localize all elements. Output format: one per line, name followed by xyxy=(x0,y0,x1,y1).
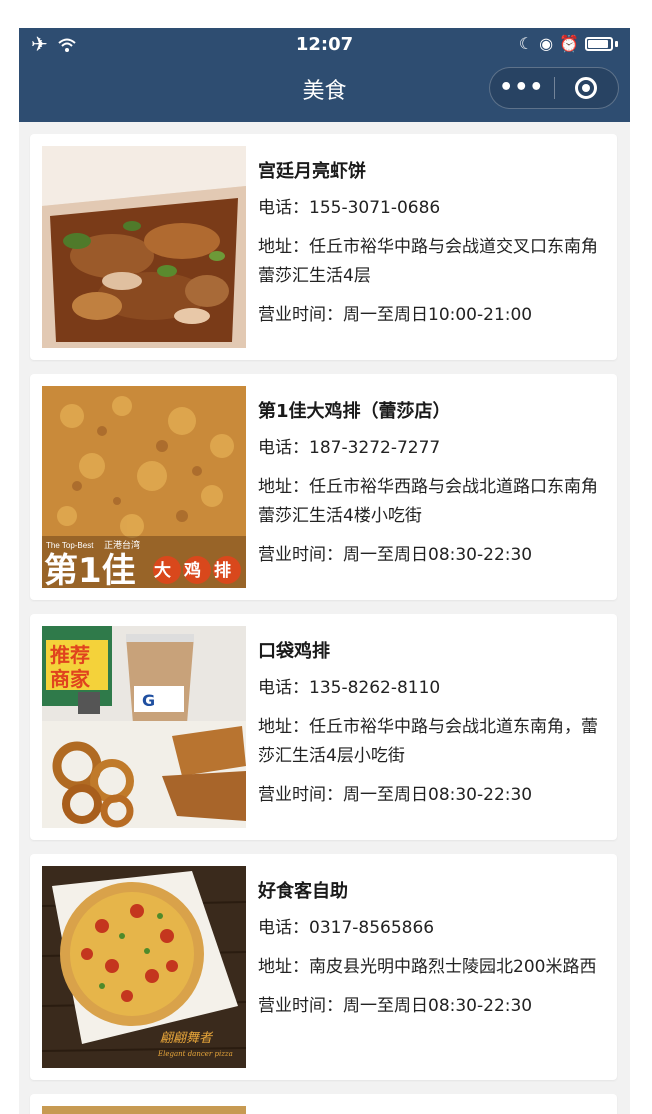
phone-screen: ✈ 12:07 ☾ ◉ ⏰ 美食 ••• 宫廷月亮虾饼 电话：155-3071-… xyxy=(19,28,630,1114)
alarm-icon: ⏰ xyxy=(559,34,579,53)
address-text: 南皮县光明中路烈士陵园北200米路西 xyxy=(309,957,597,977)
shop-card[interactable]: 宫廷月亮虾饼 电话：155-3071-0686 地址：任丘市裕华中路与会战道交叉… xyxy=(30,134,617,360)
shop-info: 好食客自助 电话：0317-8565866 地址：南皮县光明中路烈士陵园北200… xyxy=(258,866,607,1021)
shop-image-shrimp-cake xyxy=(42,146,246,348)
shop-card[interactable]: 推荐 商家 G 口袋鸡排 电话：135-8262-8110 地址：任丘市裕华中路… xyxy=(30,614,617,840)
phone-label: 电话： xyxy=(258,918,309,938)
status-right-icons: ☾ ◉ ⏰ xyxy=(519,34,618,53)
image-subtitle: 大鸡排 xyxy=(154,560,244,581)
phone-label: 电话： xyxy=(258,678,309,698)
shop-phone: 电话：187-3272-7277 xyxy=(258,434,607,463)
battery-tip xyxy=(615,40,618,47)
phone-label: 电话： xyxy=(258,198,309,218)
shop-hours: 营业时间：周一至周日08:30-22:30 xyxy=(258,992,607,1021)
hours-text: 周一至周日08:30-22:30 xyxy=(343,996,533,1016)
phone-number: 155-3071-0686 xyxy=(309,198,441,218)
more-button[interactable]: ••• xyxy=(490,67,554,109)
shop-name: 宫廷月亮虾饼 xyxy=(258,161,366,182)
image-logo-script: Elegant dancer pizza xyxy=(157,1050,233,1058)
shop-phone: 电话：155-3071-0686 xyxy=(258,194,607,223)
phone-label: 电话： xyxy=(258,438,309,458)
shop-address: 地址：任丘市裕华中路与会战北道东南角，蕾莎汇生活4层小吃街 xyxy=(258,713,607,771)
shop-info: 口袋鸡排 电话：135-8262-8110 地址：任丘市裕华中路与会战北道东南角… xyxy=(258,626,607,810)
shop-phone: 电话：0317-8565866 xyxy=(258,914,607,943)
hours-label: 营业时间： xyxy=(258,545,343,565)
image-sign: 商家 xyxy=(50,667,91,691)
mini-program-capsule: ••• xyxy=(489,67,619,109)
shop-info: 宫廷月亮虾饼 电话：155-3071-0686 地址：任丘市裕华中路与会战道交叉… xyxy=(258,146,607,330)
shop-name: 口袋鸡排 xyxy=(258,641,330,662)
image-caption: The Top-Best xyxy=(46,541,94,550)
shop-image-partial xyxy=(42,1106,246,1114)
address-text: 任丘市裕华西路与会战北道路口东南角蕾莎汇生活4楼小吃街 xyxy=(258,477,598,526)
hours-text: 周一至周日10:00-21:00 xyxy=(343,305,533,325)
nav-bar: ✈ 12:07 ☾ ◉ ⏰ 美食 ••• xyxy=(19,28,630,122)
image-sign: 推荐 xyxy=(50,643,90,667)
image-brand: 第1佳 xyxy=(44,551,136,588)
shop-hours: 营业时间：周一至周日08:30-22:30 xyxy=(258,541,607,570)
shop-card-partial[interactable] xyxy=(30,1094,617,1114)
shop-hours: 营业时间：周一至周日10:00-21:00 xyxy=(258,301,607,330)
shop-info: 第1佳大鸡排（蕾莎店） 电话：187-3272-7277 地址：任丘市裕华西路与… xyxy=(258,386,607,570)
shop-card[interactable]: The Top-Best 正港台湾 第1佳 大鸡排 第1佳大鸡排（蕾莎店） 电话… xyxy=(30,374,617,600)
hours-label: 营业时间： xyxy=(258,305,343,325)
shop-hours: 营业时间：周一至周日08:30-22:30 xyxy=(258,781,607,810)
hours-text: 周一至周日08:30-22:30 xyxy=(343,545,533,565)
image-caption: 正港台湾 xyxy=(104,539,140,551)
shop-image-pocket-chicken: 推荐 商家 G xyxy=(42,626,246,828)
address-text: 任丘市裕华中路与会战北道东南角，蕾莎汇生活4层小吃街 xyxy=(258,717,598,766)
shop-address: 地址：南皮县光明中路烈士陵园北200米路西 xyxy=(258,953,607,982)
shop-address: 地址：任丘市裕华西路与会战北道路口东南角蕾莎汇生活4楼小吃街 xyxy=(258,473,607,531)
phone-number: 187-3272-7277 xyxy=(309,438,441,458)
hours-text: 周一至周日08:30-22:30 xyxy=(343,785,533,805)
shop-card[interactable]: 翩翩舞者 Elegant dancer pizza 好食客自助 电话：0317-… xyxy=(30,854,617,1080)
shop-image-chicken-cutlet: The Top-Best 正港台湾 第1佳 大鸡排 xyxy=(42,386,246,588)
address-label: 地址： xyxy=(258,717,309,737)
shop-phone: 电话：135-8262-8110 xyxy=(258,674,607,703)
address-label: 地址： xyxy=(258,237,309,257)
shop-address: 地址：任丘市裕华中路与会战道交叉口东南角蕾莎汇生活4层 xyxy=(258,233,607,291)
image-cup-logo: G xyxy=(142,691,155,710)
hours-label: 营业时间： xyxy=(258,785,343,805)
orientation-lock-icon: ◉ xyxy=(539,34,554,53)
address-label: 地址： xyxy=(258,957,309,977)
address-label: 地址： xyxy=(258,477,309,497)
address-text: 任丘市裕华中路与会战道交叉口东南角蕾莎汇生活4层 xyxy=(258,237,598,286)
image-logo: 翩翩舞者 xyxy=(160,1031,214,1046)
shop-name: 第1佳大鸡排（蕾莎店） xyxy=(258,401,451,422)
phone-number: 135-8262-8110 xyxy=(309,678,441,698)
moon-icon: ☾ xyxy=(518,34,534,53)
phone-number: 0317-8565866 xyxy=(309,918,435,938)
close-circle-icon xyxy=(575,77,598,99)
battery-icon xyxy=(585,36,613,51)
shop-image-pizza: 翩翩舞者 Elegant dancer pizza xyxy=(42,866,246,1068)
shop-name: 好食客自助 xyxy=(258,881,348,902)
close-button[interactable] xyxy=(555,77,619,99)
hours-label: 营业时间： xyxy=(258,996,343,1016)
